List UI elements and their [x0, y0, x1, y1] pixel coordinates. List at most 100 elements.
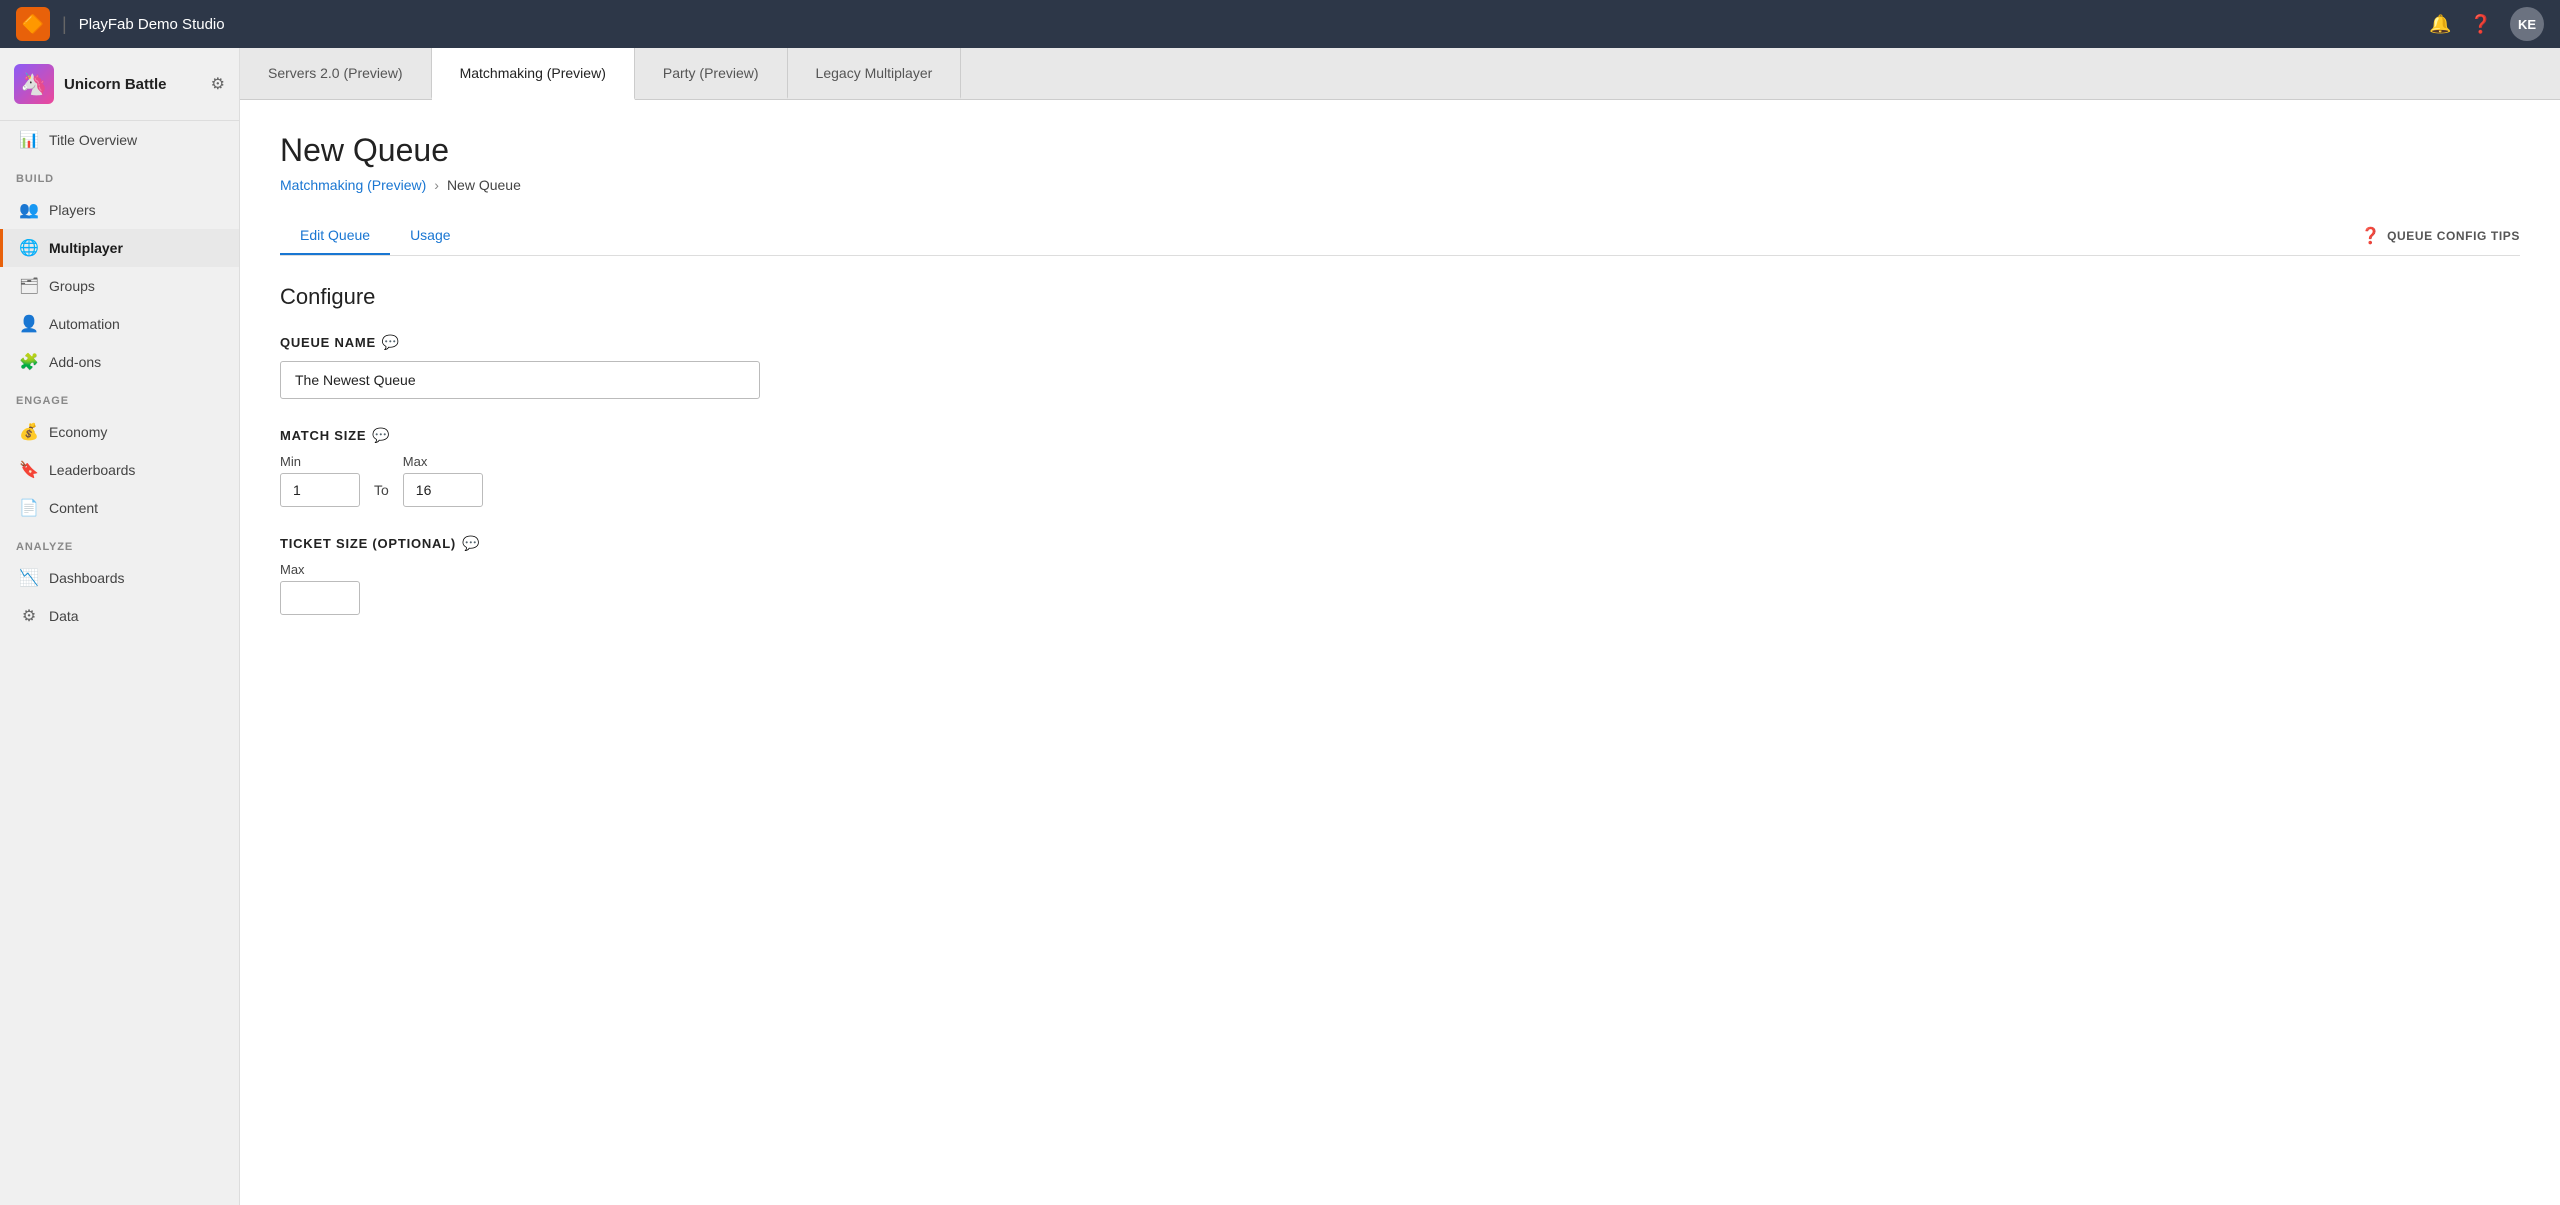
tab-legacy-label: Legacy Multiplayer	[816, 65, 933, 81]
match-size-info-icon[interactable]: 💬	[372, 427, 390, 444]
configure-section-title: Configure	[280, 284, 2520, 310]
sidebar-item-title-overview[interactable]: 📊 Title Overview	[0, 121, 239, 159]
content-icon: 📄	[19, 498, 39, 518]
tab-matchmaking[interactable]: Matchmaking (Preview)	[432, 48, 635, 100]
groups-icon: 🗂	[19, 276, 39, 296]
sidebar-header: 🦄 Unicorn Battle ⚙	[0, 48, 239, 121]
breadcrumb-current: New Queue	[447, 177, 521, 193]
breadcrumb-link[interactable]: Matchmaking (Preview)	[280, 177, 426, 193]
match-size-label-text: Match Size	[280, 428, 366, 443]
topbar-right: 🔔 ❓ KE	[2429, 7, 2544, 41]
sidebar-item-players[interactable]: 👥 Players	[0, 191, 239, 229]
sidebar-item-dashboards[interactable]: 📉 Dashboards	[0, 559, 239, 597]
match-size-max-field: Max	[403, 454, 483, 507]
tab-servers-label: Servers 2.0 (Preview)	[268, 65, 403, 81]
data-icon: ⚙	[19, 606, 39, 626]
match-size-label: Match Size 💬	[280, 427, 2520, 444]
sidebar-item-label: Data	[49, 608, 79, 624]
game-emoji: 🦄	[20, 71, 47, 97]
leaderboards-icon: 🔖	[19, 460, 39, 480]
queue-config-tips-button[interactable]: ❓ Queue Config Tips	[2361, 226, 2520, 246]
multiplayer-icon: 🌐	[19, 238, 39, 258]
app-name: PlayFab Demo Studio	[79, 16, 225, 33]
main-area: Servers 2.0 (Preview) Matchmaking (Previ…	[240, 48, 2560, 1205]
sidebar-item-label: Groups	[49, 278, 95, 294]
subtab-usage[interactable]: Usage	[390, 217, 470, 255]
tab-legacy[interactable]: Legacy Multiplayer	[788, 48, 962, 99]
sidebar: 🦄 Unicorn Battle ⚙ 📊 Title Overview Buil…	[0, 48, 240, 1205]
title-overview-icon: 📊	[19, 130, 39, 150]
match-size-max-input[interactable]	[403, 473, 483, 507]
game-icon: 🦄	[14, 64, 54, 104]
settings-icon[interactable]: ⚙	[211, 74, 225, 94]
subtab-usage-label: Usage	[410, 227, 450, 243]
match-size-min-label: Min	[280, 454, 360, 469]
queue-name-label: Queue Name 💬	[280, 334, 2520, 351]
tab-party[interactable]: Party (Preview)	[635, 48, 788, 99]
subtab-edit-queue-label: Edit Queue	[300, 227, 370, 243]
match-size-min-field: Min	[280, 454, 360, 507]
app-logo-icon[interactable]: 🔶	[16, 7, 50, 41]
addons-icon: 🧩	[19, 352, 39, 372]
ticket-size-label: Ticket Size (Optional) 💬	[280, 535, 2520, 552]
tab-matchmaking-label: Matchmaking (Preview)	[460, 65, 606, 81]
sidebar-item-label: Leaderboards	[49, 462, 135, 478]
main-layout: 🦄 Unicorn Battle ⚙ 📊 Title Overview Buil…	[0, 48, 2560, 1205]
sidebar-item-addons[interactable]: 🧩 Add-ons	[0, 343, 239, 381]
breadcrumb: Matchmaking (Preview) › New Queue	[280, 177, 2520, 193]
user-avatar[interactable]: KE	[2510, 7, 2544, 41]
queue-name-input[interactable]	[280, 361, 760, 399]
queue-name-label-text: Queue Name	[280, 335, 376, 350]
sidebar-item-label: Add-ons	[49, 354, 101, 370]
topbar-left: 🔶 | PlayFab Demo Studio	[16, 7, 225, 41]
dashboards-icon: 📉	[19, 568, 39, 588]
sidebar-item-groups[interactable]: 🗂 Groups	[0, 267, 239, 305]
help-icon[interactable]: ❓	[2470, 14, 2492, 35]
sidebar-item-automation[interactable]: 👤 Automation	[0, 305, 239, 343]
queue-config-tips-label: Queue Config Tips	[2387, 229, 2520, 243]
sidebar-section-analyze: Analyze	[0, 527, 239, 559]
bell-icon[interactable]: 🔔	[2429, 14, 2451, 35]
tab-party-label: Party (Preview)	[663, 65, 759, 81]
tab-servers[interactable]: Servers 2.0 (Preview)	[240, 48, 432, 99]
match-size-row: Min To Max	[280, 454, 2520, 507]
sidebar-item-label: Players	[49, 202, 96, 218]
sidebar-item-label: Dashboards	[49, 570, 125, 586]
match-size-min-input[interactable]	[280, 473, 360, 507]
game-name: Unicorn Battle	[64, 76, 167, 93]
sidebar-item-content[interactable]: 📄 Content	[0, 489, 239, 527]
sidebar-item-leaderboards[interactable]: 🔖 Leaderboards	[0, 451, 239, 489]
sidebar-item-data[interactable]: ⚙ Data	[0, 597, 239, 635]
sidebar-item-label: Title Overview	[49, 132, 137, 148]
sidebar-item-label: Multiplayer	[49, 240, 123, 256]
topbar: 🔶 | PlayFab Demo Studio 🔔 ❓ KE	[0, 0, 2560, 48]
sidebar-item-label: Content	[49, 500, 98, 516]
subtab-bar: Edit Queue Usage ❓ Queue Config Tips	[280, 217, 2520, 256]
sidebar-item-multiplayer[interactable]: 🌐 Multiplayer	[0, 229, 239, 267]
economy-icon: 💰	[19, 422, 39, 442]
match-size-field-group: Match Size 💬 Min To Max	[280, 427, 2520, 507]
sidebar-item-economy[interactable]: 💰 Economy	[0, 413, 239, 451]
ticket-size-max-label: Max	[280, 562, 2520, 577]
content-area: New Queue Matchmaking (Preview) › New Qu…	[240, 100, 2560, 1205]
topbar-divider: |	[62, 14, 67, 35]
ticket-size-info-icon[interactable]: 💬	[462, 535, 480, 552]
queue-name-info-icon[interactable]: 💬	[382, 334, 400, 351]
sidebar-section-build: Build	[0, 159, 239, 191]
automation-icon: 👤	[19, 314, 39, 334]
breadcrumb-separator: ›	[434, 177, 439, 193]
players-icon: 👥	[19, 200, 39, 220]
tabbar: Servers 2.0 (Preview) Matchmaking (Previ…	[240, 48, 2560, 100]
match-size-to-label: To	[374, 482, 389, 498]
ticket-size-max-input[interactable]	[280, 581, 360, 615]
sidebar-section-engage: Engage	[0, 381, 239, 413]
sidebar-item-label: Automation	[49, 316, 120, 332]
ticket-size-label-text: Ticket Size (Optional)	[280, 536, 456, 551]
queue-name-field-group: Queue Name 💬	[280, 334, 2520, 399]
subtab-edit-queue[interactable]: Edit Queue	[280, 217, 390, 255]
match-size-max-label: Max	[403, 454, 483, 469]
page-title: New Queue	[280, 132, 2520, 169]
ticket-size-field-group: Ticket Size (Optional) 💬 Max	[280, 535, 2520, 615]
subtab-left: Edit Queue Usage	[280, 217, 471, 255]
queue-config-tips-icon: ❓	[2361, 226, 2382, 246]
